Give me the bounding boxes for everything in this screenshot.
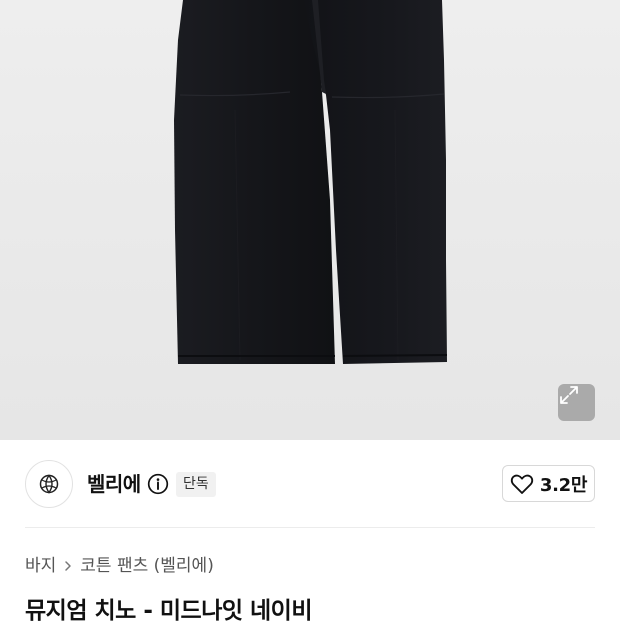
product-title: 뮤지엄 치노 - 미드나잇 네이비	[25, 598, 313, 624]
chevron-right-icon	[65, 561, 72, 571]
brand-row: 벨리에 단독 3.2만	[0, 457, 620, 513]
expand-icon	[560, 386, 578, 404]
brand-logo[interactable]	[25, 460, 73, 508]
breadcrumb-item-subcategory[interactable]: 코튼 팬츠 (벨리에)	[80, 554, 214, 578]
like-button[interactable]: 3.2만	[502, 465, 595, 502]
heart-icon	[510, 474, 534, 494]
brand-name[interactable]: 벨리에	[87, 471, 141, 497]
breadcrumb: 바지 코튼 팬츠 (벨리에)	[25, 554, 214, 578]
divider	[25, 527, 595, 528]
like-count: 3.2만	[539, 474, 588, 496]
product-image	[174, 0, 448, 364]
brand-logo-icon	[39, 474, 59, 494]
product-image-gallery[interactable]	[0, 0, 620, 440]
info-icon[interactable]	[147, 473, 169, 495]
breadcrumb-item-category[interactable]: 바지	[25, 554, 56, 578]
exclusive-badge: 단독	[176, 472, 216, 497]
expand-button[interactable]	[558, 384, 595, 421]
